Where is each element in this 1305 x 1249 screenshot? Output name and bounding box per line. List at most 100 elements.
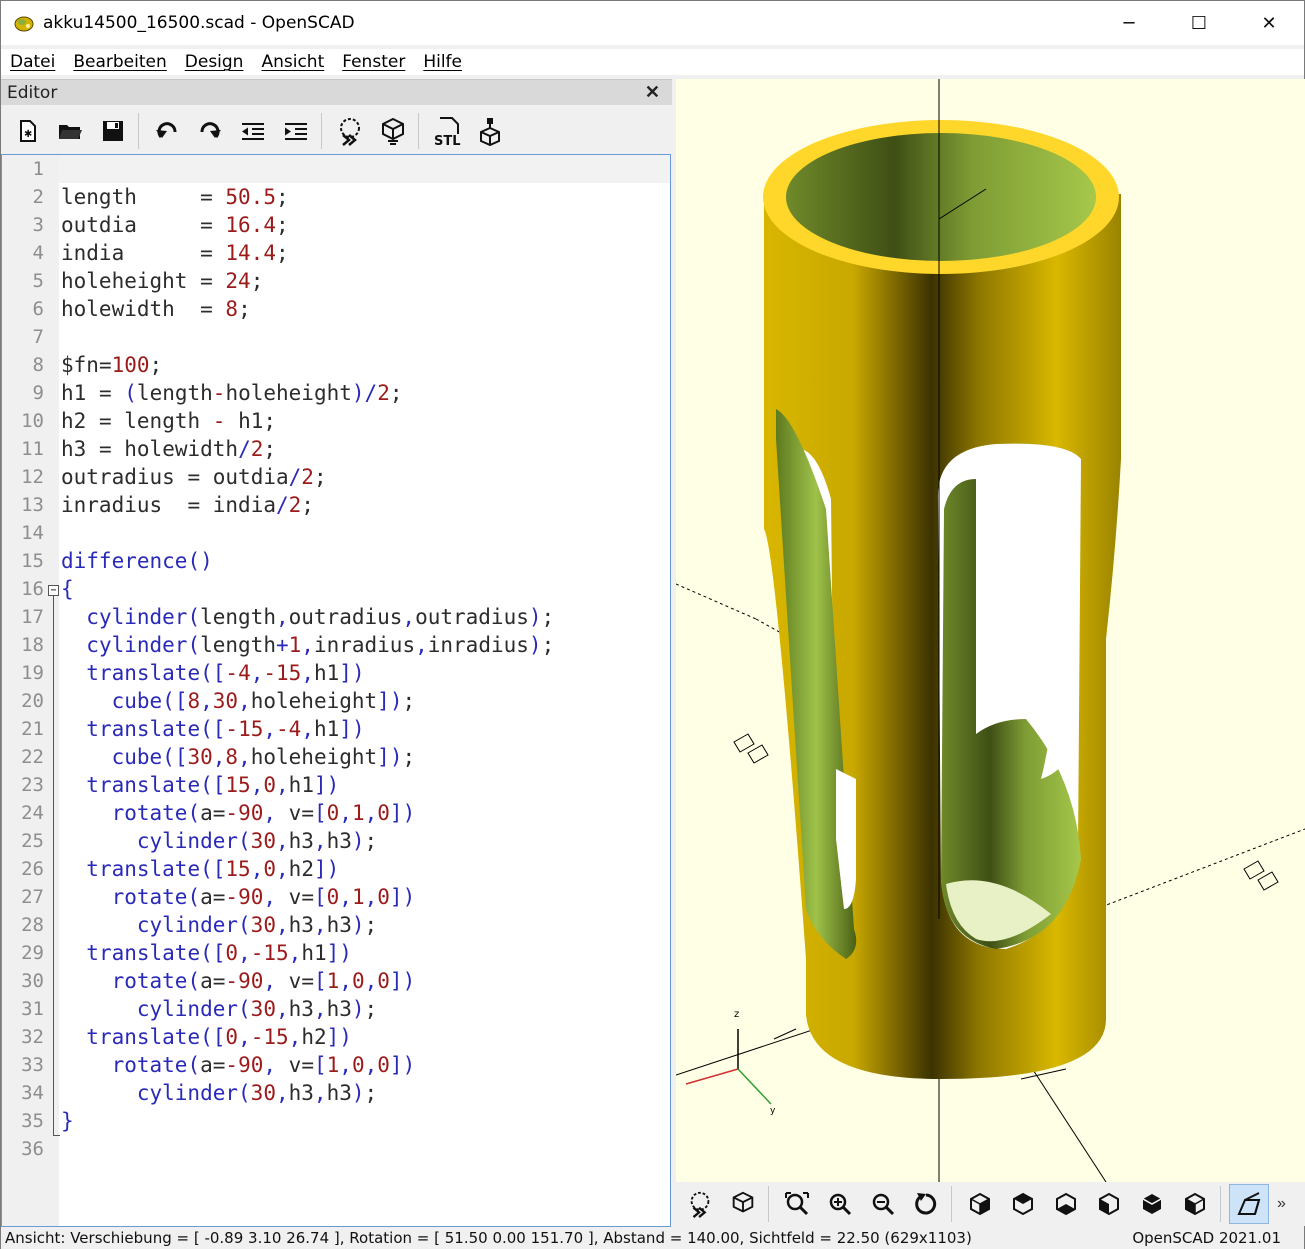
code-line: cylinder(30,h3,h3); [136,1081,378,1105]
code-editor[interactable]: length = 50.5; outdia = 16.4; india = 14.4… [1,154,671,1227]
reset-view-icon [915,1193,937,1215]
perspective-button[interactable] [1229,1184,1269,1224]
export-stl-icon: STL [434,117,461,147]
code-line: cylinder(30,h3,h3); [136,913,378,937]
code-line: $fn=100; [61,353,163,377]
toolbar-separator [768,1186,769,1222]
code-line: translate([0,-15,h1]) [86,941,352,965]
menu-ansicht[interactable]: Ansicht [252,52,333,72]
perspective-icon [1237,1192,1261,1215]
menu-bearbeiten[interactable]: Bearbeiten [64,52,175,72]
view-front-button[interactable] [1132,1184,1172,1224]
send-to-printer-button[interactable] [470,111,510,151]
view-all-button[interactable] [777,1184,817,1224]
line-number: 29 [21,942,44,964]
line-number: 8 [32,354,44,376]
zoom-out-button[interactable] [863,1184,903,1224]
open-file-icon [59,125,82,139]
viewport-preview-button[interactable] [680,1184,720,1224]
view-right-icon [970,1192,990,1216]
preview-button[interactable] [330,111,370,151]
code-line: difference() [61,549,213,573]
zoom-in-icon [829,1193,852,1216]
render-button[interactable] [373,111,413,151]
code-line: outradius = outdia/2; [61,465,327,489]
3d-viewport[interactable]: z y [676,79,1305,1182]
line-number: 34 [21,1082,44,1104]
code-line: translate([15,0,h1]) [86,773,340,797]
close-window-button[interactable]: ✕ [1234,1,1304,45]
render-icon [732,1191,754,1213]
zoom-out-icon [872,1193,895,1216]
fold-marker-icon[interactable]: − [48,585,59,596]
view-left-icon [1099,1192,1119,1216]
line-number: 23 [21,774,44,796]
undo-icon [156,122,177,138]
current-line-highlight [59,155,670,183]
line-number: 16 [21,578,44,600]
menu-hilfe[interactable]: Hilfe [414,52,471,72]
redo-icon [200,122,221,138]
code-line: cube([8,30,holeheight]); [111,689,416,713]
toolbar-overflow-button[interactable]: » [1277,1195,1286,1213]
code-line: translate([0,-15,h2]) [86,1025,352,1049]
maximize-icon: ☐ [1190,12,1208,34]
menu-fenster[interactable]: Fenster [333,52,414,72]
code-line: { [61,577,74,601]
save-button[interactable] [93,111,133,151]
view-front-icon [1142,1194,1162,1214]
reset-view-button[interactable] [906,1184,946,1224]
code-line: h3 = holewidth/2; [61,437,277,461]
svg-text:✱: ✱ [24,129,32,140]
open-file-button[interactable] [50,111,90,151]
view-bottom-icon [1056,1192,1076,1216]
fold-range-end [53,1135,60,1136]
view-all-icon [785,1192,809,1216]
save-icon [103,121,123,141]
line-number: 5 [32,270,44,292]
menu-datei[interactable]: Datei [1,52,64,72]
line-number: 24 [21,802,44,824]
code-line: h1 = (length-holeheight)/2; [61,381,403,405]
view-right-button[interactable] [960,1184,1000,1224]
line-number: 30 [21,970,44,992]
code-line: rotate(a=-90, v=[1,0,0]) [111,969,416,993]
line-number: 36 [21,1138,44,1160]
view-back-button[interactable] [1175,1184,1215,1224]
openscad-logo-icon [13,12,35,34]
editor-toolbar: ✱ STL [1,107,672,155]
menu-design[interactable]: Design [176,52,253,72]
view-bottom-button[interactable] [1046,1184,1086,1224]
maximize-button[interactable]: ☐ [1164,1,1234,45]
line-number: 2 [32,186,44,208]
code-line: rotate(a=-90, v=[0,1,0]) [111,885,416,909]
code-line: translate([-15,-4,h1]) [86,717,365,741]
line-number: 32 [21,1026,44,1048]
send-to-printer-icon [480,118,500,146]
line-number: 27 [21,886,44,908]
code-line: cube([30,8,holeheight]); [111,745,416,769]
window-title: akku14500_16500.scad - OpenSCAD [43,13,355,33]
unindent-button[interactable] [233,111,273,151]
toolbar-separator [1220,1186,1221,1222]
new-file-button[interactable]: ✱ [7,111,47,151]
export-stl-button[interactable]: STL [427,111,467,151]
zoom-in-button[interactable] [820,1184,860,1224]
view-top-button[interactable] [1003,1184,1043,1224]
status-bar: Ansicht: Verschiebung = [ -0.89 3.10 26.… [1,1227,1304,1249]
redo-button[interactable] [190,111,230,151]
fold-range-line [53,596,54,1136]
code-line: cylinder(length,outradius,outradius); [86,605,555,629]
line-number: 31 [21,998,44,1020]
indent-button[interactable] [276,111,316,151]
code-line: outdia = 16.4; [61,213,289,237]
view-left-button[interactable] [1089,1184,1129,1224]
line-number: 20 [21,690,44,712]
viewport-toolbar: » [676,1182,1305,1226]
undo-button[interactable] [147,111,187,151]
editor-close-button[interactable]: ✕ [645,82,660,103]
minimize-button[interactable]: ─ [1094,1,1164,45]
viewport-render-button[interactable] [723,1184,763,1224]
line-number: 19 [21,662,44,684]
line-number: 10 [21,410,44,432]
